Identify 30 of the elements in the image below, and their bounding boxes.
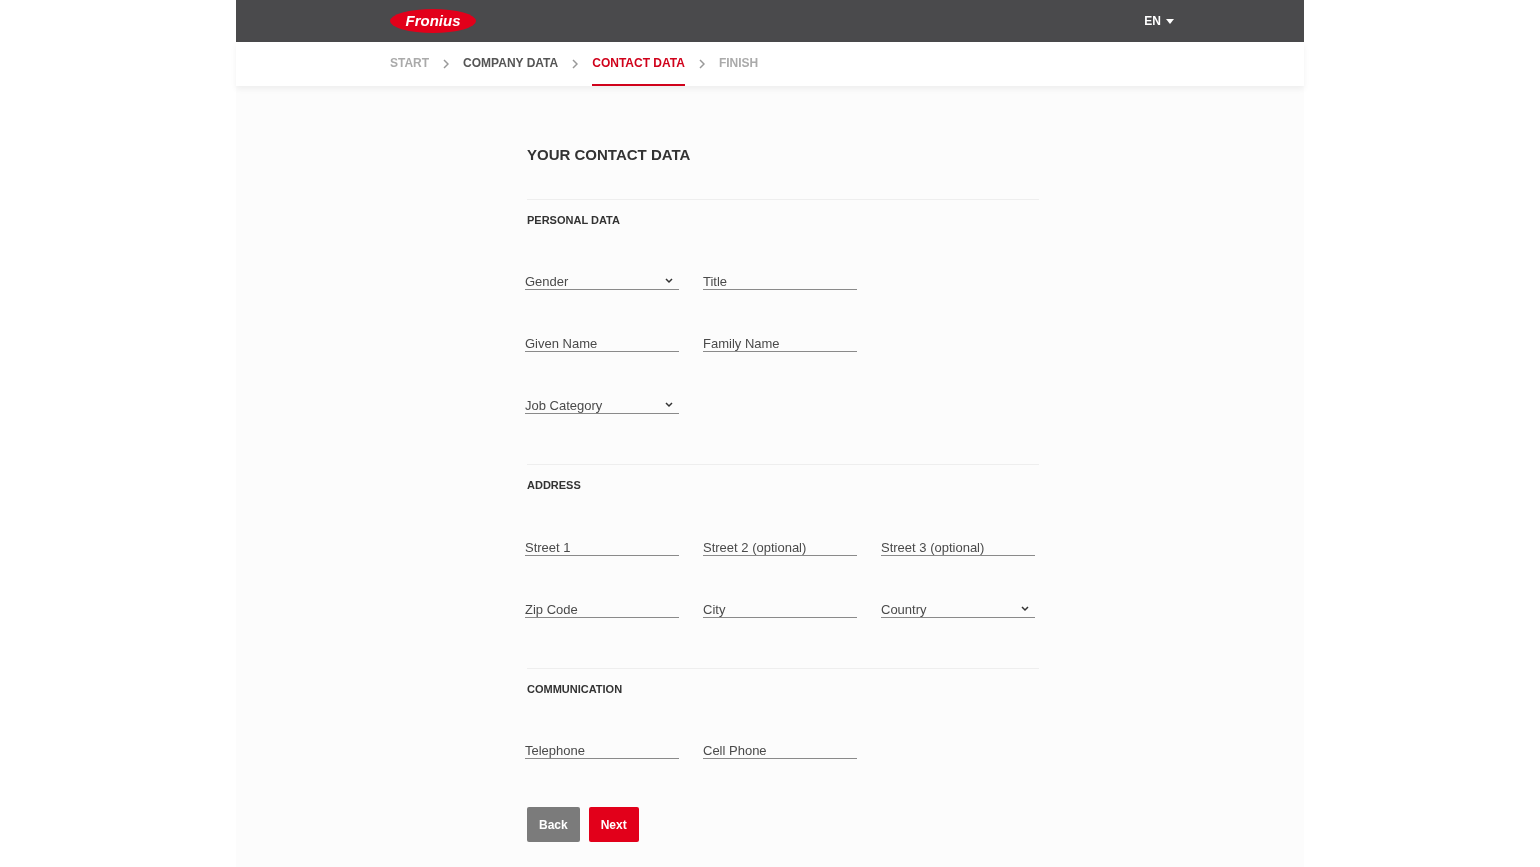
input-field[interactable]: Cell Phone (703, 737, 857, 759)
input-field[interactable]: Given Name (525, 330, 679, 352)
step-tab[interactable]: COMPANY DATA (463, 42, 559, 86)
chevron-down-icon (665, 278, 673, 284)
input-field[interactable]: Zip Code (525, 595, 679, 618)
section-heading: PERSONAL DATA (527, 212, 621, 228)
chevron-down-icon (1021, 605, 1029, 612)
input-field[interactable]: Street 1 (525, 533, 679, 556)
select-field[interactable]: Country (881, 595, 1035, 618)
select-field[interactable]: Gender (525, 268, 679, 290)
input-field[interactable]: Title (703, 268, 857, 290)
step-tab[interactable]: CONTACT DATA (592, 42, 685, 86)
section-heading: ADDRESS (527, 478, 582, 493)
page-title: YOUR CONTACT DATA (527, 145, 692, 165)
input-field[interactable]: Street 2 (optional) (703, 533, 857, 556)
back-button[interactable]: Back (527, 807, 580, 842)
caret-down-icon (1166, 18, 1174, 24)
chevron-down-icon (665, 402, 673, 408)
language-selector[interactable]: EN (1144, 12, 1174, 30)
logo[interactable]: Fronius (390, 9, 476, 33)
chevron-right-icon (698, 59, 705, 69)
input-field[interactable]: Telephone (525, 737, 679, 759)
next-button[interactable]: Next (588, 807, 639, 842)
select-field[interactable]: Job Category (525, 392, 679, 414)
input-field[interactable]: Family Name (703, 330, 857, 352)
section-heading: COMMUNICATION (527, 681, 624, 697)
input-field[interactable]: City (703, 595, 857, 618)
chevron-right-icon (572, 59, 579, 69)
chevron-right-icon (443, 59, 450, 69)
input-field[interactable]: Street 3 (optional) (881, 533, 1035, 556)
